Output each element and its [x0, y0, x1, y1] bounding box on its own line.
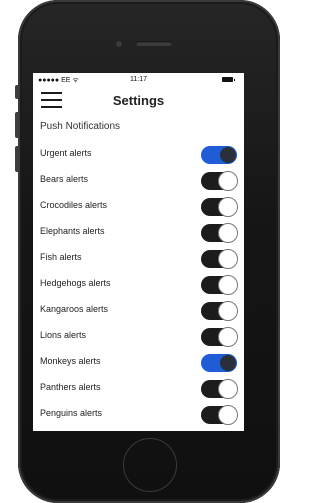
toggle-knob — [218, 171, 238, 191]
alert-toggle[interactable] — [201, 327, 238, 347]
list-item: Crocodiles alerts — [33, 193, 244, 219]
alert-label: Fish alerts — [40, 252, 82, 262]
app-screen: ●●●●● EE ᯤ 11:17 Settings Push Notificat… — [33, 73, 244, 431]
list-item: Hedgehogs alerts — [33, 271, 244, 297]
section-header-push-notifications: Push Notifications — [40, 121, 121, 132]
alert-toggle[interactable] — [201, 197, 238, 217]
mute-switch — [15, 85, 19, 99]
alert-toggle[interactable] — [201, 146, 237, 164]
toggle-knob — [218, 197, 238, 217]
alert-label: Hedgehogs alerts — [40, 278, 111, 288]
earpiece-speaker — [136, 41, 172, 46]
list-item: Monkeys alerts — [33, 349, 244, 375]
alerts-list: Urgent alerts Bears alerts Crocodiles aler… — [33, 141, 244, 431]
alert-toggle[interactable] — [201, 301, 238, 321]
toggle-knob — [218, 275, 238, 295]
alert-label: Kangaroos alerts — [40, 304, 109, 314]
carrier-signal: ●●●●● EE ᯤ — [38, 77, 79, 84]
toggle-knob — [218, 327, 238, 347]
volume-up-button — [15, 112, 19, 138]
toggle-knob — [220, 147, 236, 163]
list-item: Penguins alerts — [33, 401, 244, 427]
alert-label: Bears alerts — [40, 174, 89, 184]
alert-label: Monkeys alerts — [40, 356, 101, 366]
alert-label: Elephants alerts — [40, 226, 105, 236]
front-camera — [116, 41, 122, 47]
alert-toggle[interactable] — [201, 275, 238, 295]
list-item: Panthers alerts — [33, 375, 244, 401]
navigation-bar: Settings — [33, 89, 244, 111]
alert-toggle[interactable] — [201, 405, 238, 425]
alert-label: Lions alerts — [40, 330, 87, 340]
volume-down-button — [15, 146, 19, 172]
list-item: Elephants alerts — [33, 219, 244, 245]
clock: 11:17 — [130, 76, 147, 83]
list-item: Fish alerts — [33, 245, 244, 271]
toggle-knob — [218, 405, 238, 425]
list-item: Lions alerts — [33, 323, 244, 349]
alert-toggle[interactable] — [201, 249, 238, 269]
alert-toggle[interactable] — [201, 171, 238, 191]
alert-toggle[interactable] — [201, 354, 237, 372]
toggle-knob — [218, 301, 238, 321]
status-bar: ●●●●● EE ᯤ 11:17 — [33, 73, 244, 85]
list-item: Urgent alerts — [33, 141, 244, 167]
page-title: Settings — [112, 93, 165, 108]
battery-icon — [222, 77, 235, 82]
list-item: Bears alerts — [33, 167, 244, 193]
alert-label: Crocodiles alerts — [40, 200, 108, 210]
alert-label: Urgent alerts — [40, 148, 92, 158]
toggle-knob — [220, 355, 236, 371]
alert-toggle[interactable] — [201, 223, 238, 243]
alert-toggle[interactable] — [201, 379, 238, 399]
toggle-knob — [218, 223, 238, 243]
alert-label: Panthers alerts — [40, 382, 101, 392]
alert-label: Penguins alerts — [40, 408, 103, 418]
toggle-knob — [218, 249, 238, 269]
list-item: Sharks alerts — [33, 427, 244, 431]
home-button[interactable] — [123, 438, 177, 492]
toggle-knob — [218, 379, 238, 399]
list-item: Kangaroos alerts — [33, 297, 244, 323]
